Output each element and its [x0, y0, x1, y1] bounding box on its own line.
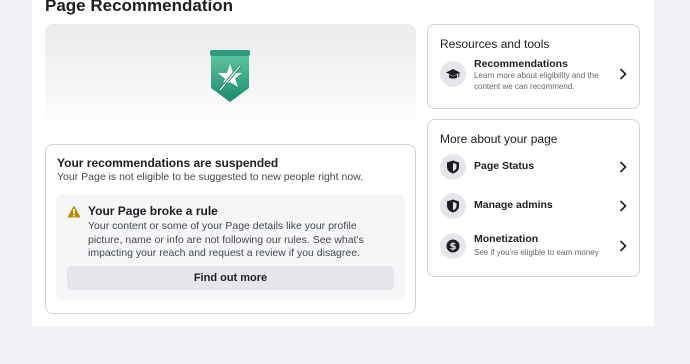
recommendations-subtitle: Learn more about eligibility and the con…	[474, 71, 599, 91]
chevron-right-icon	[619, 161, 627, 173]
monetization-icon-circle: $	[440, 233, 466, 259]
resources-card: Resources and tools Recommendations Lear…	[427, 24, 640, 109]
manage-admins-title: Manage admins	[474, 199, 553, 211]
suspension-title: Your recommendations are suspended	[57, 156, 279, 170]
dollar-coin-icon: $	[446, 239, 460, 253]
resources-title: Resources and tools	[440, 37, 550, 51]
monetization-title: Monetization	[474, 233, 539, 245]
page-status-title: Page Status	[474, 160, 535, 172]
manage-admins-icon-circle	[440, 193, 466, 219]
more-about-title: More about your page	[440, 132, 558, 146]
suspension-card: Your recommendations are suspended Your …	[45, 144, 416, 314]
chevron-right-icon	[619, 240, 627, 252]
graduation-cap-icon	[446, 69, 460, 79]
shield-icon	[447, 160, 459, 174]
warning-icon	[67, 205, 81, 218]
recommendations-title: Recommendations	[474, 58, 568, 70]
rule-violation-box: Your Page broke a rule Your content or s…	[56, 194, 406, 300]
more-item-manage-admins[interactable]: Manage admins	[428, 191, 639, 221]
svg-text:$: $	[450, 242, 457, 253]
more-about-card: More about your page Page Status Manage …	[427, 119, 640, 277]
page-title: Page Recommendation	[45, 0, 233, 15]
resources-item-recommendations[interactable]: Recommendations Learn more about eligibi…	[428, 58, 639, 91]
page-status-icon-circle	[440, 154, 466, 180]
more-item-page-status[interactable]: Page Status	[428, 152, 639, 182]
suspension-subtitle: Your Page is not eligible to be suggeste…	[57, 171, 364, 183]
rule-description: Your content or some of your Page detail…	[88, 220, 364, 259]
recommendation-badge-icon	[210, 50, 250, 102]
rule-title: Your Page broke a rule	[88, 204, 218, 218]
recommendation-hero	[45, 24, 416, 134]
more-item-monetization[interactable]: $ Monetization See if you're eligible to…	[428, 231, 639, 261]
find-out-more-button[interactable]: Find out more	[67, 266, 394, 290]
recommendations-icon-circle	[440, 61, 466, 87]
monetization-subtitle: See if you're eligible to earn money	[474, 248, 599, 257]
chevron-right-icon	[619, 68, 627, 80]
shield-icon	[447, 199, 459, 213]
chevron-right-icon	[619, 200, 627, 212]
